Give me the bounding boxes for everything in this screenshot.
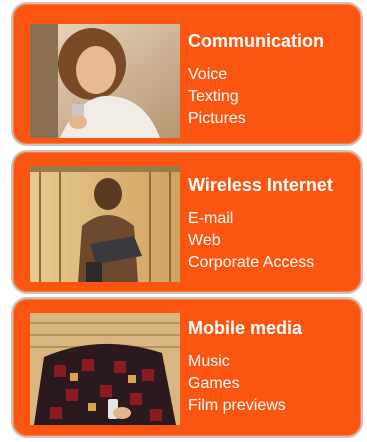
communication-text: Communication Voice Texting Pictures [188, 30, 353, 130]
list-item: Music [188, 353, 230, 370]
list-item: Pictures [188, 110, 246, 127]
woman-with-phone-photo [30, 24, 180, 138]
mobile-media-text: Mobile media Music Games Film previews [188, 317, 353, 417]
list-item: Voice [188, 66, 228, 83]
wireless-internet-text: Wireless Internet E-mail Web Corporate A… [188, 174, 353, 274]
panel-title: Wireless Internet [188, 175, 333, 195]
list-item: Corporate Access [188, 254, 315, 271]
list-item: E-mail [188, 210, 234, 227]
wireless-internet-panel: Wireless Internet E-mail Web Corporate A… [11, 150, 363, 294]
list-item: Web [188, 232, 221, 249]
panel-title: Mobile media [188, 318, 303, 338]
list-item: Film previews [188, 397, 286, 414]
list-item: Games [188, 375, 240, 392]
list-item: Texting [188, 88, 239, 105]
panel-title: Communication [188, 31, 325, 51]
communication-panel: Communication Voice Texting Pictures [11, 2, 363, 146]
man-with-laptop-photo [30, 166, 180, 282]
mobile-media-panel: Mobile media Music Games Film previews [11, 297, 363, 438]
person-under-blanket-with-phone-photo [30, 313, 180, 425]
